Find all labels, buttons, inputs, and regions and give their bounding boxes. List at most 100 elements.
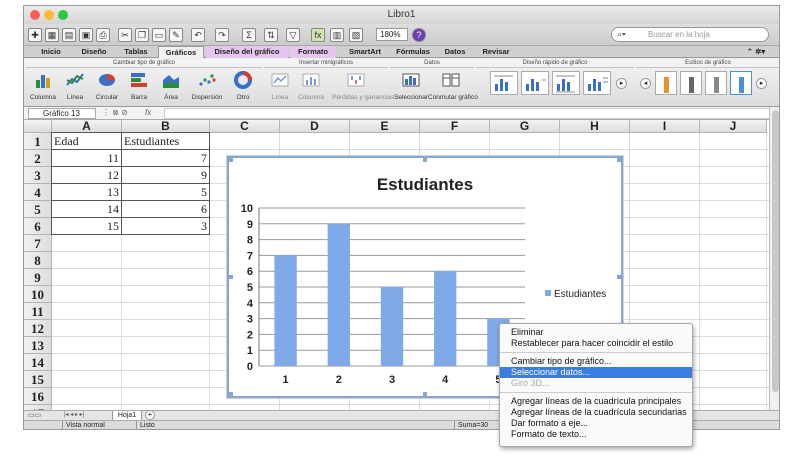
- vertical-scrollbar[interactable]: [769, 107, 779, 410]
- redo-icon[interactable]: ↷: [215, 28, 229, 42]
- chart-type-area-button[interactable]: Área: [156, 69, 186, 105]
- sparkline-columna-button[interactable]: Columna: [296, 69, 326, 105]
- tab-diseno[interactable]: Diseño: [74, 46, 114, 58]
- toolbox-icon[interactable]: ▧: [349, 28, 363, 42]
- header-cell[interactable]: Edad: [51, 132, 122, 150]
- header-cell[interactable]: Estudiantes: [121, 132, 210, 150]
- tab-formato[interactable]: Formato: [290, 46, 336, 58]
- row-header-3[interactable]: 3: [24, 167, 52, 184]
- tab-tablas[interactable]: Tablas: [118, 46, 154, 58]
- menu-item-seleccionar-datos[interactable]: Seleccionar datos...: [500, 367, 692, 378]
- quick-layout-4[interactable]: [583, 71, 611, 95]
- chart-type-circular-button[interactable]: Circular: [92, 69, 122, 105]
- name-box[interactable]: Gráfico 13: [28, 108, 96, 119]
- column-header-e[interactable]: E: [350, 120, 420, 133]
- ribbon-options-icon[interactable]: ⌃ ✲▾: [736, 46, 776, 58]
- column-header-d[interactable]: D: [280, 120, 350, 133]
- menu-item-lineas-secundarias[interactable]: Agregar líneas de la cuadrícula secundar…: [500, 407, 692, 418]
- row-header-8[interactable]: 8: [24, 252, 52, 269]
- select-all-corner[interactable]: [24, 120, 52, 133]
- row-header-10[interactable]: 10: [24, 286, 52, 303]
- function-icon[interactable]: fx: [311, 28, 325, 42]
- row-header-15[interactable]: 15: [24, 371, 52, 388]
- copy-icon[interactable]: ❐: [135, 28, 149, 42]
- data-cell[interactable]: 3: [121, 217, 210, 235]
- paste-icon[interactable]: ▭: [152, 28, 166, 42]
- search-field[interactable]: ⌕▾ Buscar en la hoja: [611, 27, 769, 42]
- open-icon[interactable]: ▤: [62, 28, 76, 42]
- tab-revisar[interactable]: Revisar: [476, 46, 516, 58]
- menu-item-cambiar-tipo[interactable]: Cambiar tipo de gráfico...: [500, 356, 692, 367]
- row-header-2[interactable]: 2: [24, 150, 52, 167]
- zoom-select[interactable]: 180%: [376, 28, 408, 41]
- data-cell[interactable]: 15: [51, 217, 122, 235]
- formula-controls-icon[interactable]: ⋮ ⊗ ⊘: [102, 108, 128, 117]
- row-header-12[interactable]: 12: [24, 320, 52, 337]
- quick-layout-1[interactable]: [490, 71, 518, 95]
- row-header-13[interactable]: 13: [24, 337, 52, 354]
- row-header-1[interactable]: 1: [24, 133, 52, 150]
- menu-item-eliminar[interactable]: Eliminar: [500, 327, 692, 338]
- sheet-nav-icon[interactable]: |◂ ◂ ▸ ▸|: [64, 411, 84, 418]
- data-cell[interactable]: 7: [121, 149, 210, 167]
- chart-style-orange[interactable]: [655, 71, 677, 95]
- tab-datos[interactable]: Datos: [438, 46, 472, 58]
- data-cell[interactable]: 5: [121, 183, 210, 201]
- fx-label[interactable]: fx: [145, 108, 151, 117]
- column-header-i[interactable]: I: [630, 120, 700, 133]
- data-cell[interactable]: 11: [51, 149, 122, 167]
- menu-item-restablecer[interactable]: Restablecer para hacer coincidir el esti…: [500, 338, 692, 349]
- sparkline-linea-button[interactable]: Línea: [268, 69, 292, 105]
- column-header-c[interactable]: C: [210, 120, 280, 133]
- row-header-16[interactable]: 16: [24, 388, 52, 405]
- column-header-f[interactable]: F: [420, 120, 490, 133]
- chart-type-barra-button[interactable]: Barra: [124, 69, 154, 105]
- row-header-9[interactable]: 9: [24, 269, 52, 286]
- chart-type-otro-button[interactable]: Otro: [228, 69, 258, 105]
- chart-style-gray[interactable]: [680, 71, 702, 95]
- column-header-h[interactable]: H: [560, 120, 630, 133]
- column-header-g[interactable]: G: [490, 120, 560, 133]
- save-icon[interactable]: ▣: [79, 28, 93, 42]
- chart-type-dispersion-button[interactable]: Dispersión: [190, 69, 224, 105]
- formula-input[interactable]: [164, 108, 775, 119]
- menu-item-giro-3d[interactable]: Giro 3D...: [500, 378, 692, 389]
- chart-style-blue-selected[interactable]: [730, 71, 752, 95]
- data-cell[interactable]: 6: [121, 200, 210, 218]
- row-header-4[interactable]: 4: [24, 184, 52, 201]
- tab-formulas[interactable]: Fórmulas: [392, 46, 434, 58]
- format-painter-icon[interactable]: ✎: [169, 28, 183, 42]
- chart-type-columna-button[interactable]: Columna: [28, 69, 58, 105]
- row-header-6[interactable]: 6: [24, 218, 52, 235]
- data-cell[interactable]: 9: [121, 166, 210, 184]
- help-icon[interactable]: ?: [412, 28, 426, 42]
- quick-layout-next-icon[interactable]: ▸: [616, 78, 627, 89]
- sort-icon[interactable]: ⇅: [264, 28, 278, 42]
- quick-layout-3[interactable]: [552, 71, 580, 95]
- tab-graficos[interactable]: Gráficos: [158, 46, 204, 58]
- tab-inicio[interactable]: Inicio: [32, 46, 70, 58]
- new-icon[interactable]: ✚: [28, 28, 42, 42]
- chart-type-linea-button[interactable]: Línea: [60, 69, 90, 105]
- tab-smartart[interactable]: SmartArt: [342, 46, 388, 58]
- menu-item-lineas-principales[interactable]: Agregar líneas de la cuadrícula principa…: [500, 396, 692, 407]
- chart-style-dark[interactable]: [705, 71, 727, 95]
- cut-icon[interactable]: ✂: [118, 28, 132, 42]
- row-header-11[interactable]: 11: [24, 303, 52, 320]
- sparkline-perdidas-button[interactable]: Pérdidas y ganancias: [332, 69, 394, 105]
- data-cell[interactable]: 13: [51, 183, 122, 201]
- undo-icon[interactable]: ↶: [191, 28, 205, 42]
- quick-layout-2[interactable]: [521, 71, 549, 95]
- templates-icon[interactable]: ▦: [45, 28, 59, 42]
- gallery-icon[interactable]: ▥: [330, 28, 344, 42]
- add-sheet-button[interactable]: +: [145, 410, 155, 420]
- tab-diseno-del-grafico[interactable]: Diseño del gráfico: [206, 46, 288, 58]
- row-header-14[interactable]: 14: [24, 354, 52, 371]
- data-cell[interactable]: 14: [51, 200, 122, 218]
- chart-style-prev-icon[interactable]: ◂: [640, 78, 651, 89]
- chart-style-next-icon[interactable]: ▸: [756, 78, 767, 89]
- autosum-icon[interactable]: Σ: [242, 28, 256, 42]
- view-buttons-icon[interactable]: ▭▭: [28, 411, 41, 419]
- menu-item-formato-texto[interactable]: Formato de texto...: [500, 429, 692, 440]
- scrollbar-thumb[interactable]: [772, 110, 779, 392]
